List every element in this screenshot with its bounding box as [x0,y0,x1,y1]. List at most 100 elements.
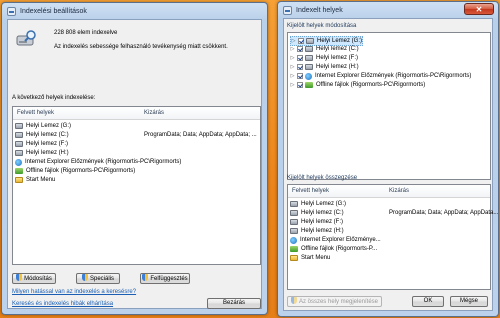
tree-item[interactable]: ▷ Helyi lemez (C:) [290,45,359,53]
window-title: Indexelt helyek [296,6,343,14]
location-name: Helyi lemez (F:) [316,55,359,61]
location-row[interactable]: Offline fájlok (Rigormorts-PC\Rigormorts… [15,167,135,175]
drive-icon [290,219,298,225]
cancel-button[interactable]: Mégse [450,296,488,307]
location-row[interactable]: Helyi lemez (H:) [15,149,69,157]
summary-label: Kijelölt helyek összegzése [287,175,358,181]
location-name: Offline fájlok (Rigormorts-PC\Rigormorts… [26,168,136,174]
troubleshoot-link[interactable]: Keresés és indexelés hibák elhárítása [12,301,113,307]
location-name: Helyi lemez (F:) [26,141,69,147]
list-header: Felvett helyek Kizárás [13,107,260,120]
location-checkbox[interactable] [297,64,303,70]
location-name: Helyi lemez (H:) [26,150,69,156]
location-name: Offline fájlok (Rigormorts-PC\Rigormorts… [316,82,426,88]
window-client: 228 808 elem indexelve Az indexelés sebe… [7,19,262,309]
summary-row[interactable]: Offline fájlok (Rigormorts-P... [290,245,377,253]
location-tree[interactable]: ▷ Helyi Lemez (G:) ▷ Helyi lemez (C:) ▷ Helyi… [287,32,491,180]
indexing-effect-link[interactable]: Milyen hatással van az indexelés a keres… [12,289,136,295]
folder-icon [290,255,298,261]
drive-icon [305,46,313,52]
ie-icon [290,236,297,244]
location-name: Helyi lemez (C:) [301,210,344,216]
drive-icon [305,55,313,61]
location-name: Internet Explorer Előzménye... [300,237,381,243]
advanced-button[interactable]: Speciális [76,273,120,284]
offline-icon [290,246,298,252]
location-name: Helyi lemez (F:) [301,219,344,225]
summary-row[interactable]: Start Menu [290,254,330,262]
location-checkbox[interactable] [297,55,303,61]
summary-column-exclude[interactable]: Kizárás [389,188,409,194]
drive-icon [15,150,23,156]
drive-icon [305,64,313,70]
location-row[interactable]: Internet Explorer Előzmények (Rigormorti… [15,158,181,166]
close-window-button[interactable]: ✕ [464,3,494,15]
summary-row[interactable]: Internet Explorer Előzménye... [290,236,381,244]
location-name: Helyi lemez (H:) [301,228,344,234]
location-name: Helyi Lemez (G:) [26,123,72,129]
column-exclude[interactable]: Kizárás [144,110,164,116]
location-checkbox[interactable] [297,73,303,79]
summary-row[interactable]: Helyi lemez (F:) [290,218,343,226]
expand-icon[interactable]: ▷ [290,73,295,79]
tree-item[interactable]: ▷ Helyi lemez (H:) [290,63,359,71]
drive-icon [15,123,23,129]
location-checkbox[interactable] [297,82,303,88]
location-name: Helyi lemez (H:) [316,64,359,70]
indexing-status-icon [16,30,36,46]
ie-icon [305,72,312,80]
summary-list[interactable]: Felvett helyek Kizárás Helyi Lemez (G:) H… [287,184,498,290]
modify-button[interactable]: Módosítás [12,273,56,284]
location-checkbox[interactable] [298,38,304,44]
uac-shield-icon [16,274,23,281]
expand-icon[interactable]: ▷ [290,82,295,88]
indexed-locations-window: Indexelt helyek ✕ Kijelölt helyek módosí… [277,1,499,317]
drive-icon [290,201,298,207]
tree-item[interactable]: ▷ Internet Explorer Előzmények (Rigormort… [290,72,471,80]
expand-icon[interactable]: ▷ [291,38,296,44]
drive-icon [15,132,23,138]
indexing-options-window: Indexelési beállítások 228 808 elem inde… [1,2,268,315]
uac-shield-icon [142,274,149,281]
pause-button[interactable]: Felfüggesztés [140,273,190,284]
indexed-locations-label: A következő helyek indexelése: [12,95,96,101]
summary-column-included[interactable]: Felvett helyek [292,188,329,194]
location-checkbox[interactable] [297,46,303,52]
exclusion-value: ProgramData; Data; AppData; AppData; ... [144,132,257,138]
tree-item[interactable]: ▷ Offline fájlok (Rigormorts-PC\Rigormort… [290,81,425,89]
show-all-locations-button[interactable]: Az összes hely megjelenítése [287,296,382,307]
offline-icon [15,168,23,174]
location-row[interactable]: Start Menu [15,176,55,184]
uac-shield-icon [290,297,297,304]
modify-button-label: Módosítás [24,276,52,282]
expand-icon[interactable]: ▷ [290,55,295,61]
drive-icon [290,228,298,234]
location-row[interactable]: Helyi lemez (C:) [15,131,69,139]
location-name: Start Menu [26,177,56,183]
indexed-locations-list[interactable]: Felvett helyek Kizárás Helyi Lemez (G:) H… [12,106,261,265]
drive-icon [290,210,298,216]
close-dialog-button[interactable]: Bezárás [207,298,261,309]
pause-button-label: Felfüggesztés [150,276,188,282]
window-client: Kijelölt helyek módosítása ▷ Helyi Lemez … [283,18,498,311]
location-name: Internet Explorer Előzmények (Rigormorti… [25,159,182,165]
ok-button[interactable]: OK [412,296,444,307]
title-bar[interactable]: Indexelési beállítások [2,3,267,19]
location-row[interactable]: Helyi lemez (F:) [15,140,68,148]
summary-row[interactable]: Helyi lemez (C:) [290,209,344,217]
expand-icon[interactable]: ▷ [290,46,295,52]
column-included-locations[interactable]: Felvett helyek [17,110,54,116]
location-name: Start Menu [301,255,331,261]
tree-item[interactable]: ▷ Helyi lemez (F:) [290,54,358,62]
location-name: Helyi lemez (C:) [316,46,359,52]
location-row[interactable]: Helyi Lemez (G:) [15,122,71,130]
summary-list-header: Felvett helyek Kizárás [288,185,490,198]
exclusion-value: ProgramData; Data; AppData; AppData... [389,210,499,216]
summary-row[interactable]: Helyi lemez (H:) [290,227,344,235]
expand-icon[interactable]: ▷ [290,64,295,70]
summary-row[interactable]: Helyi Lemez (G:) [290,200,346,208]
indexed-item-count: 228 808 elem indexelve [54,30,118,36]
show-all-label: Az összes hely megjelenítése [298,299,379,305]
offline-icon [305,82,313,88]
drive-icon [15,141,23,147]
